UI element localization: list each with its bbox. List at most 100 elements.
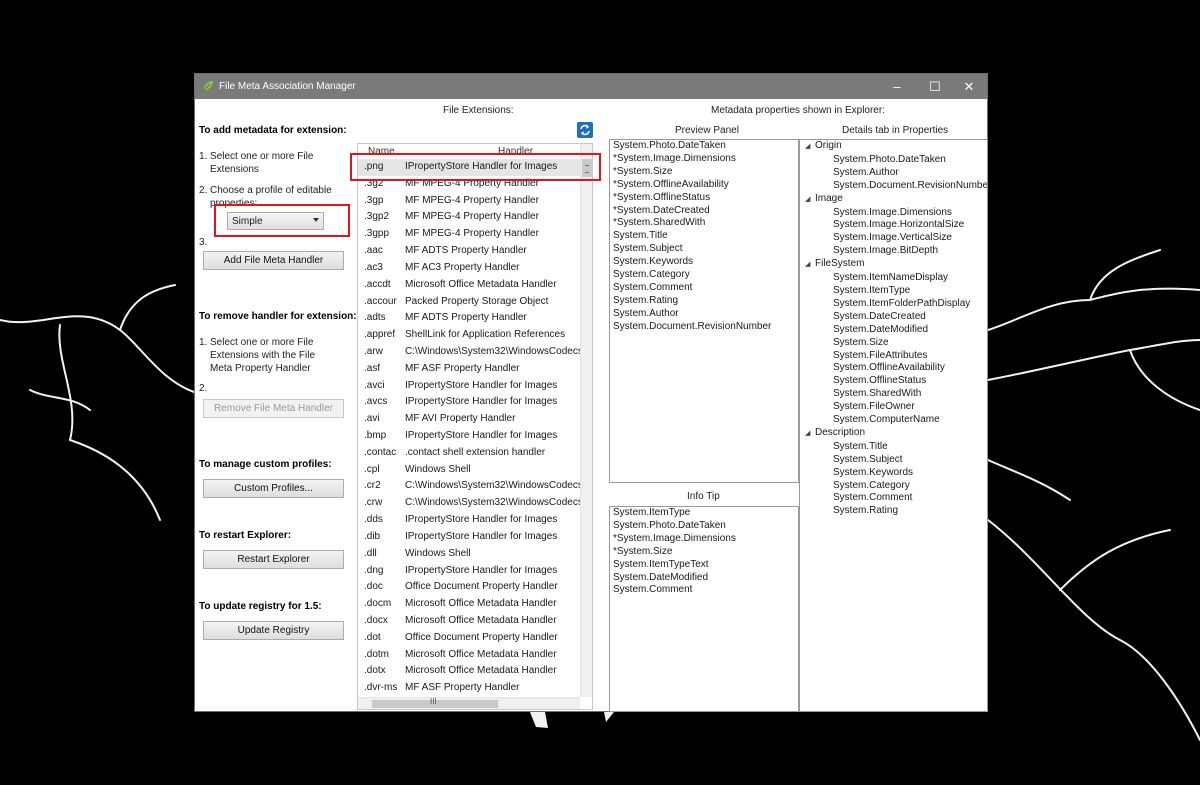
tree-item[interactable]: System.Comment (800, 492, 987, 505)
tree-item[interactable]: System.Size (800, 337, 987, 350)
add-file-meta-handler-button[interactable]: Add File Meta Handler (203, 251, 344, 270)
tree-item[interactable]: System.Category (800, 480, 987, 493)
list-item[interactable]: *System.Image.Dimensions (610, 153, 798, 166)
table-row[interactable]: .3gpp MF MPEG-4 Property Handler (358, 226, 580, 243)
table-row[interactable]: .accour Packed Property Storage Object (358, 294, 580, 311)
list-item[interactable]: System.Rating (610, 295, 798, 308)
tree-item[interactable]: System.Subject (800, 454, 987, 467)
expand-triangle-icon[interactable]: ◢ (805, 194, 815, 207)
vertical-scrollbar[interactable] (580, 144, 592, 697)
list-item[interactable]: *System.SharedWith (610, 217, 798, 230)
tree-group[interactable]: ◢ Image (800, 193, 987, 207)
list-item[interactable]: System.Subject (610, 243, 798, 256)
table-row[interactable]: .dvr-ms MF ASF Property Handler (358, 680, 580, 697)
table-row[interactable]: .accdt Microsoft Office Metadata Handler (358, 277, 580, 294)
table-row[interactable]: .dib IPropertyStore Handler for Images (358, 529, 580, 546)
expand-triangle-icon[interactable]: ◢ (805, 428, 815, 441)
info-tip-list[interactable]: System.ItemType System.Photo.DateTaken *Sy… (609, 506, 799, 712)
file-extensions-list[interactable]: Name Handler .png IPropertyStore Handler … (357, 143, 593, 710)
tree-item[interactable]: System.Title (800, 441, 987, 454)
tree-item[interactable]: System.Image.BitDepth (800, 245, 987, 258)
list-item[interactable]: System.Comment (610, 282, 798, 295)
table-row[interactable]: .appref ShellLink for Application Referen… (358, 327, 580, 344)
table-row[interactable]: .dng IPropertyStore Handler for Images (358, 563, 580, 580)
table-row[interactable]: .avci IPropertyStore Handler for Images (358, 378, 580, 395)
table-row[interactable]: .docx Microsoft Office Metadata Handler (358, 613, 580, 630)
table-row[interactable]: .adts MF ADTS Property Handler (358, 310, 580, 327)
tree-item[interactable]: System.ComputerName (800, 414, 987, 427)
table-row[interactable]: .contac .contact shell extension handler (358, 445, 580, 462)
tree-item[interactable]: System.DateCreated (800, 311, 987, 324)
list-item[interactable]: System.Author (610, 308, 798, 321)
table-row[interactable]: .avi MF AVI Property Handler (358, 411, 580, 428)
list-item[interactable]: System.Document.RevisionNumber (610, 321, 798, 334)
close-button[interactable]: ✕ (950, 74, 988, 99)
horizontal-scroll-thumb[interactable]: III (372, 697, 498, 708)
tree-item[interactable]: System.ItemFolderPathDisplay (800, 298, 987, 311)
list-item[interactable]: *System.DateCreated (610, 205, 798, 218)
table-row[interactable]: .doc Office Document Property Handler (358, 579, 580, 596)
tree-item[interactable]: System.SharedWith (800, 388, 987, 401)
tree-group[interactable]: ◢ Description (800, 427, 987, 441)
expand-triangle-icon[interactable]: ◢ (805, 259, 815, 272)
tree-item[interactable]: System.ItemType (800, 285, 987, 298)
table-row[interactable]: .ac3 MF AC3 Property Handler (358, 260, 580, 277)
tree-item[interactable]: System.Image.Dimensions (800, 207, 987, 220)
list-item[interactable]: System.Category (610, 269, 798, 282)
maximize-button[interactable]: ☐ (916, 74, 954, 99)
horizontal-scrollbar[interactable]: III (358, 697, 580, 709)
table-row[interactable]: .3gp MF MPEG-4 Property Handler (358, 193, 580, 210)
update-registry-button[interactable]: Update Registry (203, 621, 344, 640)
list-item[interactable]: System.ItemTypeText (610, 559, 798, 572)
tree-item[interactable]: System.Photo.DateTaken (800, 154, 987, 167)
table-row[interactable]: .dotm Microsoft Office Metadata Handler (358, 647, 580, 664)
table-row[interactable]: .crw C:\Windows\System32\WindowsCodecsR (358, 495, 580, 512)
custom-profiles-button[interactable]: Custom Profiles... (203, 479, 344, 498)
table-row[interactable]: .dot Office Document Property Handler (358, 630, 580, 647)
list-item[interactable]: *System.Image.Dimensions (610, 533, 798, 546)
list-item[interactable]: System.Keywords (610, 256, 798, 269)
remove-file-meta-handler-button[interactable]: Remove File Meta Handler (203, 399, 344, 418)
table-row[interactable]: .avcs IPropertyStore Handler for Images (358, 394, 580, 411)
table-row[interactable]: .aac MF ADTS Property Handler (358, 243, 580, 260)
tree-item[interactable]: System.OfflineStatus (800, 375, 987, 388)
tree-item[interactable]: System.OfflineAvailability (800, 362, 987, 375)
table-row[interactable]: .dll Windows Shell (358, 546, 580, 563)
tree-group[interactable]: ◢ Origin (800, 140, 987, 154)
list-item[interactable]: System.Photo.DateTaken (610, 520, 798, 533)
table-row[interactable]: .docm Microsoft Office Metadata Handler (358, 596, 580, 613)
tree-item[interactable]: System.FileAttributes (800, 350, 987, 363)
tree-item[interactable]: System.Image.HorizontalSize (800, 219, 987, 232)
list-item[interactable]: *System.Size (610, 546, 798, 559)
tree-item[interactable]: System.Keywords (800, 467, 987, 480)
restart-explorer-button[interactable]: Restart Explorer (203, 550, 344, 569)
tree-item[interactable]: System.Author (800, 167, 987, 180)
list-item[interactable]: *System.OfflineAvailability (610, 179, 798, 192)
table-row[interactable]: .dotx Microsoft Office Metadata Handler (358, 663, 580, 680)
details-tree[interactable]: ◢ Origin System.Photo.DateTaken System.Auth… (799, 139, 988, 712)
table-row[interactable]: .cpl Windows Shell (358, 462, 580, 479)
table-row[interactable]: .arw C:\Windows\System32\WindowsCodecsR (358, 344, 580, 361)
list-item[interactable]: *System.Size (610, 166, 798, 179)
expand-triangle-icon[interactable]: ◢ (805, 141, 815, 154)
tree-item[interactable]: System.ItemNameDisplay (800, 272, 987, 285)
refresh-icon[interactable] (577, 122, 593, 138)
list-item[interactable]: System.Comment (610, 584, 798, 597)
tree-item[interactable]: System.Image.VerticalSize (800, 232, 987, 245)
table-row[interactable]: .asf MF ASF Property Handler (358, 361, 580, 378)
table-row[interactable]: .bmp IPropertyStore Handler for Images (358, 428, 580, 445)
table-row[interactable]: .3gp2 MF MPEG-4 Property Handler (358, 209, 580, 226)
table-row[interactable]: .dds IPropertyStore Handler for Images (358, 512, 580, 529)
title-bar[interactable]: File Meta Association Manager – ☐ ✕ (195, 74, 987, 99)
list-item[interactable]: *System.OfflineStatus (610, 192, 798, 205)
tree-item[interactable]: System.Rating (800, 505, 987, 518)
list-item[interactable]: System.ItemType (610, 507, 798, 520)
list-item[interactable]: System.Photo.DateTaken (610, 140, 798, 153)
tree-item[interactable]: System.DateModified (800, 324, 987, 337)
list-item[interactable]: System.DateModified (610, 572, 798, 585)
minimize-button[interactable]: – (878, 74, 916, 99)
tree-item[interactable]: System.Document.RevisionNumber (800, 180, 987, 193)
table-row[interactable]: .cr2 C:\Windows\System32\WindowsCodecsR (358, 478, 580, 495)
tree-item[interactable]: System.FileOwner (800, 401, 987, 414)
list-item[interactable]: System.Title (610, 230, 798, 243)
